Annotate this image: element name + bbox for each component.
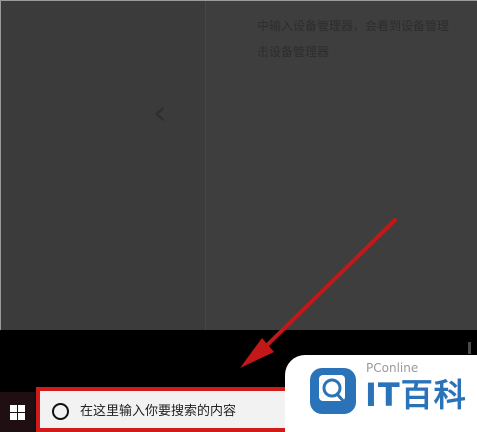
watermark-sub-label: PConline [366, 361, 419, 375]
watermark-main-label: IT百科 [365, 376, 467, 414]
magnifier-logo-icon [310, 368, 356, 414]
watermark-badge: PConline IT百科 [285, 355, 477, 432]
